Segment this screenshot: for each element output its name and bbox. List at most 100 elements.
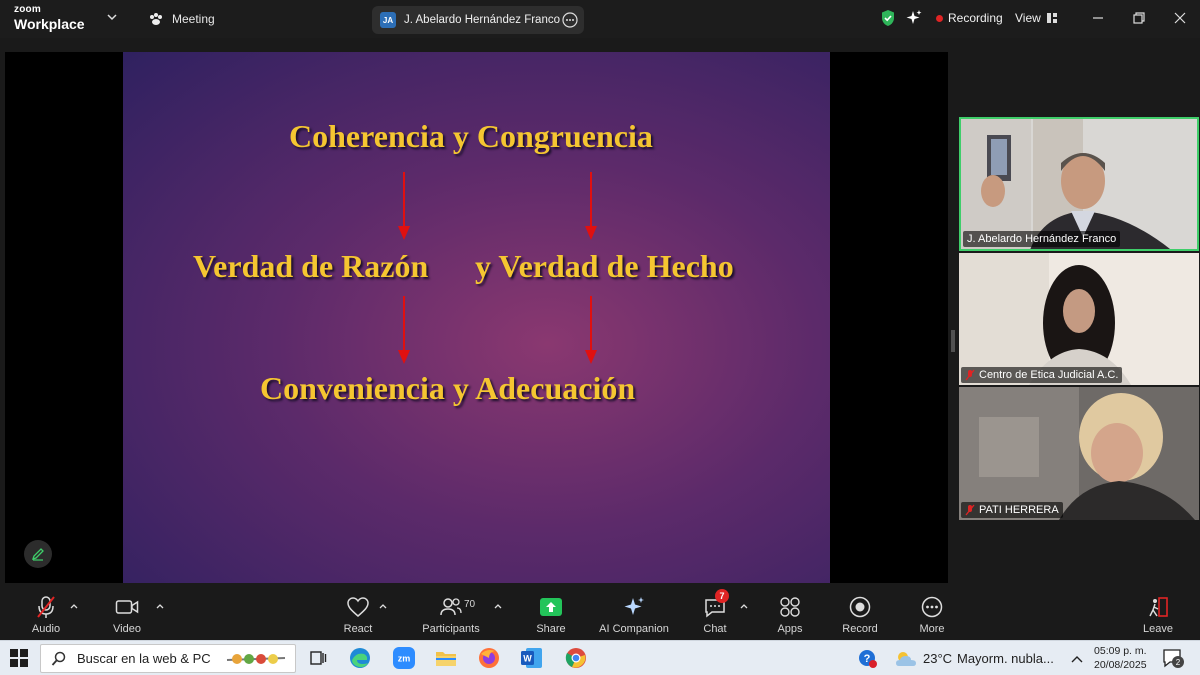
share-screen-tab[interactable]: JA J. Abelardo Hernández Franco's sc xyxy=(372,6,584,34)
share-label: Share xyxy=(536,623,566,635)
zoom-app-icon[interactable]: zm xyxy=(392,646,416,670)
participant-name: Centro de Etica Judicial A.C. xyxy=(979,369,1119,381)
zoom-window: zoom Workplace Meeting JA J. Abelardo He… xyxy=(0,0,1200,675)
share-tab-label: J. Abelardo Hernández Franco's sc xyxy=(404,14,560,26)
participant-tile[interactable]: Centro de Etica Judicial A.C. xyxy=(959,253,1199,385)
heart-icon xyxy=(347,597,369,617)
meeting-tab[interactable]: Meeting xyxy=(148,9,215,29)
recording-dot-icon xyxy=(936,14,943,22)
more-button[interactable]: More xyxy=(916,595,948,635)
title-bar: zoom Workplace Meeting JA J. Abelardo He… xyxy=(0,0,1200,38)
arrow-down-icon xyxy=(398,172,410,240)
weather-cloud-icon[interactable] xyxy=(894,649,918,669)
view-label: View xyxy=(1015,11,1041,25)
edge-browser-icon[interactable] xyxy=(348,646,372,670)
chevron-up-icon[interactable] xyxy=(379,603,387,609)
panel-resize-handle[interactable] xyxy=(951,330,955,352)
record-button[interactable]: Record xyxy=(842,595,878,635)
audio-button[interactable]: Audio xyxy=(30,595,62,635)
presenter-badge: JA xyxy=(380,12,396,28)
clock-time: 05:09 p. m. xyxy=(1094,645,1147,657)
search-icon xyxy=(51,651,66,666)
help-alert-icon[interactable]: ? xyxy=(858,649,878,669)
chevron-up-icon[interactable] xyxy=(740,603,748,609)
ai-sparkle-icon[interactable] xyxy=(905,9,923,27)
participants-count: 70 xyxy=(464,599,476,610)
chat-unread-badge: 7 xyxy=(715,589,729,603)
svg-text:zm: zm xyxy=(398,654,411,664)
slide-line-3: Conveniencia y Adecuación xyxy=(260,370,636,406)
react-label: React xyxy=(343,623,373,635)
firefox-icon[interactable] xyxy=(477,646,501,670)
clock-date: 20/08/2025 xyxy=(1094,659,1147,671)
brand-bottom: Workplace xyxy=(14,16,85,32)
taskbar-search[interactable]: Buscar en la web & PC xyxy=(40,644,296,673)
participant-tile[interactable]: J. Abelardo Hernández Franco xyxy=(959,117,1199,251)
notifications-button[interactable]: 2 xyxy=(1162,648,1186,670)
ai-companion-button[interactable]: AI Companion xyxy=(597,595,671,635)
chat-label: Chat xyxy=(703,623,727,635)
more-options-icon[interactable] xyxy=(562,12,578,28)
minimize-icon[interactable] xyxy=(1090,10,1106,26)
arrow-down-icon xyxy=(585,296,597,364)
meeting-tab-label: Meeting xyxy=(172,12,215,26)
leave-label: Leave xyxy=(1143,623,1173,635)
video-camera-icon xyxy=(115,600,139,614)
windows-taskbar: Buscar en la web & PC zm W ? 23°C Mayorm… xyxy=(0,640,1200,675)
participant-name-label: PATI HERRERA xyxy=(961,502,1063,518)
participant-name-label: Centro de Etica Judicial A.C. xyxy=(961,367,1123,383)
windows-start-icon[interactable] xyxy=(10,649,28,667)
audio-label: Audio xyxy=(31,623,61,635)
meeting-toolbar: Audio Video React Participants 70 Share … xyxy=(0,587,1200,639)
restore-icon[interactable] xyxy=(1131,10,1147,26)
search-placeholder: Buscar en la web & PC xyxy=(77,651,211,666)
chrome-icon[interactable] xyxy=(564,646,588,670)
leave-button[interactable]: Leave xyxy=(1142,595,1174,635)
pencil-icon xyxy=(31,548,44,561)
slide-line-2b: y Verdad de Hecho xyxy=(475,248,734,284)
apps-button[interactable]: Apps xyxy=(776,595,804,635)
participant-name: J. Abelardo Hernández Franco xyxy=(967,233,1117,245)
zoom-workplace-logo[interactable]: zoom Workplace xyxy=(14,4,85,32)
presentation-slide: Coherencia y Congruencia Verdad de Razón… xyxy=(123,52,830,583)
security-shield-icon[interactable] xyxy=(880,9,896,27)
annotate-button[interactable] xyxy=(24,540,52,568)
participant-name-label: J. Abelardo Hernández Franco xyxy=(963,231,1121,247)
weather-temperature[interactable]: 23°C xyxy=(923,651,952,666)
close-icon[interactable] xyxy=(1172,10,1188,26)
svg-text:W: W xyxy=(523,654,532,664)
system-clock[interactable]: 05:09 p. m. 20/08/2025 xyxy=(1094,644,1147,672)
apps-label: Apps xyxy=(777,623,803,635)
arrow-down-icon xyxy=(585,172,597,240)
arrow-down-icon xyxy=(398,296,410,364)
video-button[interactable]: Video xyxy=(111,595,143,635)
slide-line-2a: Verdad de Razón xyxy=(193,248,429,284)
participants-label: Participants xyxy=(422,623,480,635)
ai-companion-label: AI Companion xyxy=(599,623,669,635)
brand-top: zoom xyxy=(14,4,41,15)
chevron-up-icon[interactable] xyxy=(156,603,164,609)
more-icon xyxy=(921,596,943,618)
task-view-icon[interactable] xyxy=(306,646,330,670)
record-label: Record xyxy=(842,623,878,635)
chevron-up-icon[interactable] xyxy=(494,603,502,609)
recording-indicator[interactable]: Recording xyxy=(936,11,1003,25)
react-button[interactable]: React xyxy=(340,595,376,635)
leave-icon xyxy=(1149,597,1168,617)
notification-count: 2 xyxy=(1172,656,1184,668)
more-label: More xyxy=(919,623,945,635)
file-explorer-icon[interactable] xyxy=(434,646,458,670)
chevron-up-icon[interactable] xyxy=(70,603,78,609)
mic-muted-icon xyxy=(965,369,975,381)
share-button[interactable]: Share xyxy=(533,595,569,635)
weather-description[interactable]: Mayorm. nubla... xyxy=(957,651,1054,666)
participant-tile[interactable]: PATI HERRERA xyxy=(959,387,1199,520)
mic-muted-icon xyxy=(965,504,975,516)
slide-line-1: Coherencia y Congruencia xyxy=(289,118,653,154)
apps-icon xyxy=(780,597,800,617)
chat-button[interactable]: 7 Chat xyxy=(700,589,730,635)
view-button[interactable]: View xyxy=(1015,11,1057,25)
chevron-up-icon[interactable] xyxy=(1070,654,1084,664)
chevron-down-icon[interactable] xyxy=(106,11,118,23)
word-icon[interactable]: W xyxy=(520,646,544,670)
